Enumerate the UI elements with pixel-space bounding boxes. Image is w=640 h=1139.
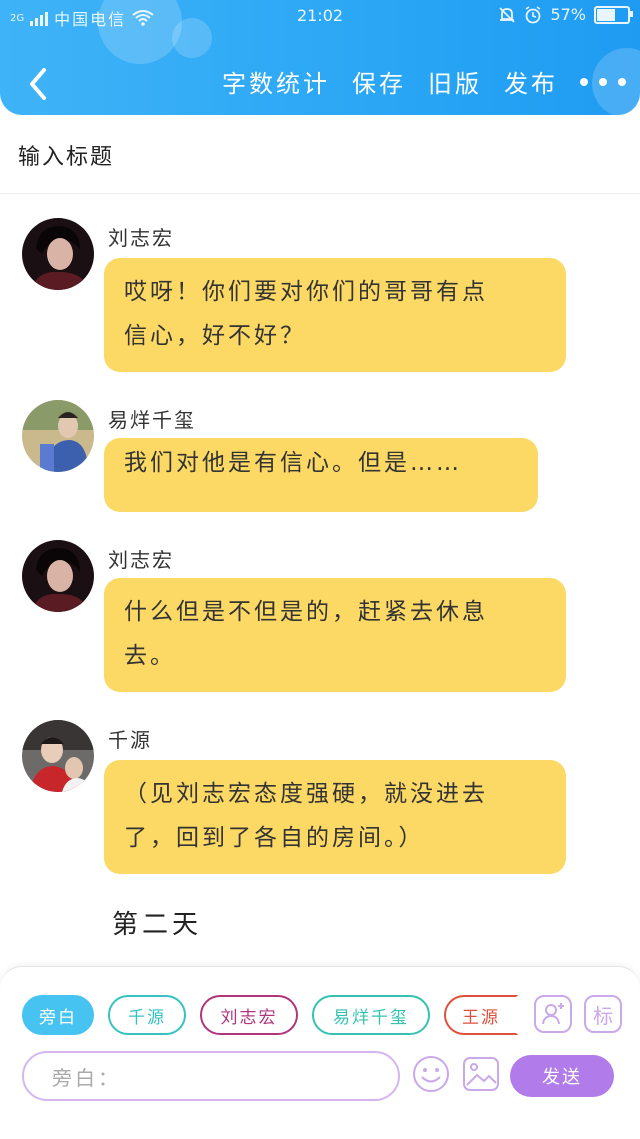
image-icon[interactable] xyxy=(462,1055,500,1093)
old-version-button[interactable]: 旧版 xyxy=(428,64,482,99)
top-header: 2G 中国电信 21:02 57% 字数统计 保存 旧版 发布 xyxy=(0,0,640,115)
message-line: 去。 xyxy=(124,643,176,669)
message-input-wrap xyxy=(22,1051,400,1101)
emoji-icon[interactable] xyxy=(412,1055,450,1093)
message-line: 我们对他是有信心。但是…… xyxy=(124,450,462,476)
role-chip-narrator[interactable]: 旁白 xyxy=(22,995,94,1035)
avatar[interactable] xyxy=(22,720,94,792)
alarm-icon xyxy=(525,5,541,23)
battery-icon xyxy=(594,5,633,24)
message-bubble[interactable]: 什么但是不但是的，赶紧去休息 去。 xyxy=(104,578,566,692)
avatar[interactable] xyxy=(22,218,94,290)
message-line: 信心，好不好？ xyxy=(124,323,306,349)
bell-icon xyxy=(499,6,516,23)
role-chip-wangyuan[interactable]: 王源 xyxy=(444,995,518,1035)
message-line: 哎呀！你们要对你们的哥哥有点 xyxy=(124,279,488,305)
editor-toolbar: 字数统计 保存 旧版 发布 xyxy=(0,52,640,112)
send-button[interactable]: 发送 xyxy=(510,1055,614,1097)
message-bubble[interactable]: 哎呀！你们要对你们的哥哥有点 信心，好不好？ xyxy=(104,258,566,372)
publish-button[interactable]: 发布 xyxy=(504,64,558,99)
title-row: 输入标题 xyxy=(0,115,640,194)
message-bubble[interactable]: （见刘志宏态度强硬，就没进去 了，回到了各自的房间。） xyxy=(104,760,566,874)
battery-percent: 57% xyxy=(550,5,586,24)
mark-button[interactable]: 标 xyxy=(584,995,622,1033)
word-count-button[interactable]: 字数统计 xyxy=(222,64,330,99)
speaker-name: 易烊千玺 xyxy=(108,408,196,432)
avatar[interactable] xyxy=(22,540,94,612)
role-chip-qianyuan[interactable]: 千源 xyxy=(108,995,186,1035)
message-input[interactable] xyxy=(50,1063,384,1093)
save-button[interactable]: 保存 xyxy=(352,64,406,99)
message-line: 了，回到了各自的房间。） xyxy=(124,825,425,851)
title-input[interactable]: 输入标题 xyxy=(18,139,114,171)
status-bar: 2G 中国电信 21:02 57% xyxy=(0,0,640,32)
speaker-name: 刘志宏 xyxy=(108,548,174,572)
message-line: 什么但是不但是的，赶紧去休息 xyxy=(124,599,488,625)
narration-text[interactable]: 第二天 xyxy=(112,904,202,941)
role-chip-yiyangqianxi[interactable]: 易烊千玺 xyxy=(312,995,430,1035)
chevron-left-icon[interactable] xyxy=(24,66,52,102)
avatar[interactable] xyxy=(22,400,94,472)
add-role-icon[interactable] xyxy=(534,995,572,1033)
message-line: （见刘志宏态度强硬，就没进去 xyxy=(124,781,488,807)
role-chip-liuzhihong[interactable]: 刘志宏 xyxy=(200,995,298,1035)
role-chips: 旁白 千源 刘志宏 易烊千玺 王源 xyxy=(22,995,518,1035)
speaker-name: 千源 xyxy=(108,728,152,752)
battery-fill xyxy=(597,8,616,21)
message-bubble[interactable]: 我们对他是有信心。但是…… xyxy=(104,438,538,512)
more-dots-icon[interactable] xyxy=(580,72,626,92)
composer-panel: 旁白 千源 刘志宏 易烊千玺 王源 标 发送 xyxy=(0,966,640,1139)
speaker-name: 刘志宏 xyxy=(108,226,174,250)
